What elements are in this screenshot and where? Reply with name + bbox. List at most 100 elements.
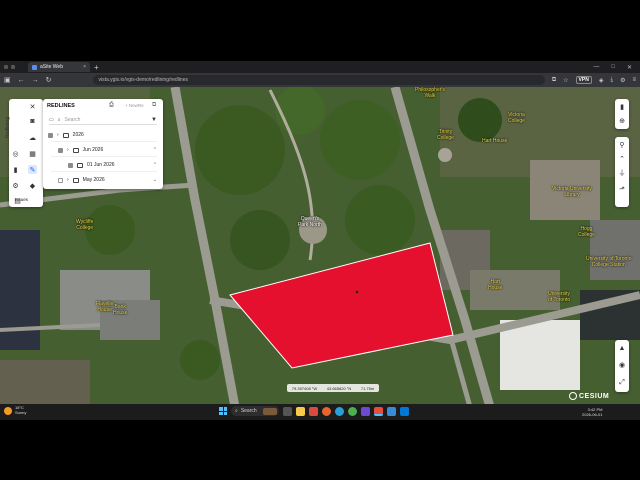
browser-active-icon[interactable] xyxy=(374,406,383,416)
target-icon[interactable]: ◎ xyxy=(11,149,20,158)
panel-title: REDLINES xyxy=(47,103,75,109)
sidebar-toggle-icon[interactable]: ▣ xyxy=(4,77,11,84)
fullscreen-icon[interactable]: ⤢ xyxy=(615,376,629,390)
file-explorer-icon[interactable] xyxy=(296,406,305,416)
address-bar: ▣ ← → ↻ vista.ygis.io/vgis-demo/redlinin… xyxy=(0,73,640,87)
chevron-up-icon[interactable]: ⌃ xyxy=(153,162,157,168)
expand-icon[interactable]: › xyxy=(57,132,59,138)
windows-start-icon[interactable] xyxy=(219,407,227,415)
tab-title: aSite Web xyxy=(40,64,63,70)
search-bar[interactable]: ▭ ⌕ Search ▼ xyxy=(49,115,157,125)
checkbox[interactable] xyxy=(68,162,73,168)
search-input[interactable]: Search xyxy=(65,117,148,123)
firefox-icon[interactable] xyxy=(322,406,331,416)
new-redline-button[interactable]: + NewRe xyxy=(125,103,144,108)
url-field[interactable]: vista.ygis.io/vgis-demo/redlining/redlin… xyxy=(92,75,545,85)
share-icon[interactable]: ⬏ xyxy=(615,182,629,196)
map-label: Wycliffe College xyxy=(76,219,94,231)
map-label: Victoria College xyxy=(508,112,525,124)
checkbox[interactable] xyxy=(48,132,53,138)
minimize-icon[interactable]: — xyxy=(593,64,599,71)
chrome-icon[interactable] xyxy=(348,406,357,416)
clock-date: 2026-06-01 xyxy=(582,412,603,418)
measure-icon[interactable]: ⏚ xyxy=(615,166,629,180)
app-icon[interactable] xyxy=(387,406,396,416)
chevron-up-icon[interactable]: ⌃ xyxy=(153,147,157,153)
longitude-readout: 79.397408 °W xyxy=(291,385,318,391)
map-label: Hogg College xyxy=(578,226,595,238)
window-close-icon[interactable]: ✕ xyxy=(627,64,632,71)
chevron-down-icon[interactable]: ⌄ xyxy=(153,177,157,183)
windows-taskbar: 18°C Sunny ⌕ Search 3:42 PM 2026-06-01 xyxy=(0,404,640,420)
menu-icon[interactable]: ≡ xyxy=(632,77,636,83)
bookmark-icon[interactable]: ▮ xyxy=(11,165,20,174)
shield-icon[interactable]: ◈ xyxy=(599,77,604,84)
height-readout: 71.75m xyxy=(360,385,375,391)
search-icon: ⌕ xyxy=(57,116,61,123)
camera-icon[interactable]: ◙ xyxy=(28,117,37,126)
expand-icon[interactable]: › xyxy=(67,177,69,183)
letterbox-bottom xyxy=(0,420,640,480)
marker-icon[interactable]: ⚲ xyxy=(615,138,629,152)
taskbar-search-label: Search xyxy=(240,408,257,414)
expand-icon[interactable]: › xyxy=(67,147,69,153)
extension-icon[interactable]: ⧉ xyxy=(552,77,556,84)
close-icon[interactable]: ✕ xyxy=(28,102,37,111)
layers-grid-icon[interactable]: ▦ xyxy=(28,149,37,158)
app-icon[interactable] xyxy=(361,406,370,416)
edge-icon[interactable] xyxy=(335,406,344,416)
print-icon[interactable]: ⎙ xyxy=(109,102,114,109)
filter-icon[interactable]: ▼ xyxy=(151,117,157,123)
reload-icon[interactable]: ↻ xyxy=(46,77,52,84)
tree-row[interactable]: › Jun 2026 ⌃ xyxy=(58,145,157,155)
folder-icon xyxy=(72,147,79,153)
tab-favicon-icon xyxy=(32,64,37,70)
checkbox[interactable] xyxy=(58,177,63,183)
window-menu[interactable] xyxy=(4,63,18,71)
tab-close-icon[interactable]: × xyxy=(83,64,86,70)
maximize-icon[interactable]: □ xyxy=(611,64,615,71)
app-icon[interactable] xyxy=(309,406,318,416)
locate-icon[interactable]: ⊕ xyxy=(615,114,629,128)
settings-icon[interactable]: ⚙ xyxy=(620,77,625,84)
stack-icon[interactable]: ◆ xyxy=(28,181,37,190)
compass-icon[interactable]: ▲ xyxy=(615,341,629,355)
tree-row[interactable]: › May 2026 ⌄ xyxy=(58,175,157,185)
forward-icon[interactable]: → xyxy=(32,77,39,84)
map-label: Bank House xyxy=(113,304,128,316)
map-label: University of Toronto College Station xyxy=(586,256,632,268)
redline-icon[interactable]: ✎ xyxy=(28,165,37,174)
checkbox[interactable] xyxy=(58,147,63,153)
map-tools-middle: ⚲ ⌃ ⏚ ⬏ xyxy=(615,137,629,207)
cesium-logo[interactable]: CESIUM xyxy=(569,392,609,400)
zoom-icon[interactable]: ◉ xyxy=(615,358,629,372)
task-view-icon[interactable] xyxy=(283,406,292,416)
tree-row[interactable]: 01 Jun 2026 ⌃ xyxy=(68,160,157,170)
browser-tab[interactable]: aSite Web × xyxy=(28,62,90,72)
issues-label[interactable]: Issues xyxy=(15,197,28,202)
download-icon[interactable]: ⤓ xyxy=(610,77,613,84)
copy-icon[interactable]: ⧉ xyxy=(152,102,156,109)
map-label: Victoria University Library xyxy=(552,186,592,198)
cloud-icon[interactable]: ☁ xyxy=(28,133,37,142)
bookmark-star-icon[interactable]: ☆ xyxy=(563,77,568,84)
settings-icon[interactable]: ⚙ xyxy=(11,181,20,190)
map-label: University of Toronto xyxy=(548,291,571,303)
taskbar-search[interactable]: ⌕ Search xyxy=(231,406,279,416)
vscode-icon[interactable] xyxy=(400,406,409,416)
chevron-up-icon[interactable]: ⌃ xyxy=(615,152,629,166)
back-icon[interactable]: ← xyxy=(18,77,25,84)
divider xyxy=(51,156,157,157)
divider xyxy=(51,171,157,172)
weather-widget[interactable]: 18°C Sunny xyxy=(4,405,26,416)
browser-tabbar: aSite Web × + — □ ✕ xyxy=(0,61,640,73)
url-text: vista.ygis.io/vgis-demo/redlining/redlin… xyxy=(98,77,189,83)
cesium-logo-icon xyxy=(569,392,577,400)
new-tab-button[interactable]: + xyxy=(94,63,99,72)
system-tray-clock[interactable]: 3:42 PM 2026-06-01 xyxy=(582,407,602,417)
tree-row[interactable]: › 2026 xyxy=(48,130,148,140)
coordinates-bar: 79.397408 °W 43.665820 °N 71.75m xyxy=(287,384,379,392)
chat-icon[interactable]: ▭ xyxy=(49,117,54,123)
pin-icon[interactable]: ▮ xyxy=(615,100,629,114)
vpn-badge[interactable]: VPN xyxy=(575,76,592,84)
